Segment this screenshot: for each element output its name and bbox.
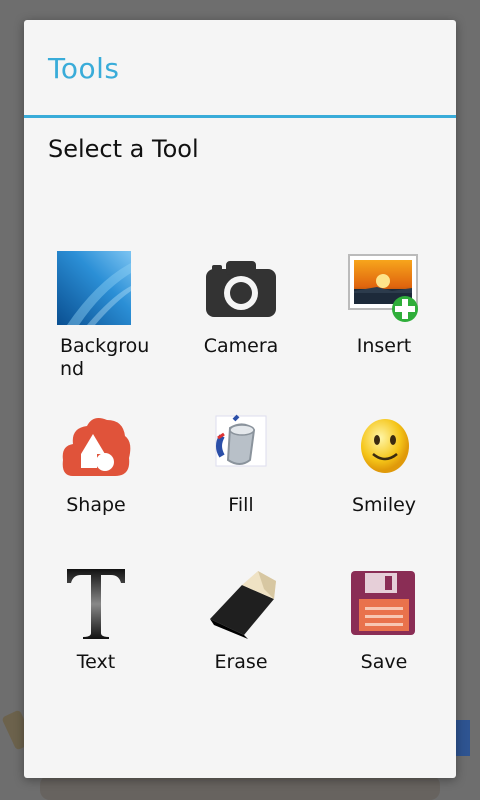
tool-text[interactable]: Text (26, 567, 166, 673)
background-app-fragment (40, 775, 440, 800)
save-icon (351, 571, 415, 635)
tool-label: Background (60, 335, 150, 380)
tool-shape[interactable]: Shape (26, 410, 166, 516)
tool-insert[interactable]: Insert (314, 251, 454, 357)
background-icon (57, 251, 131, 325)
tool-background[interactable]: Background (24, 251, 164, 381)
tool-label: Shape (66, 494, 126, 516)
tool-label: Smiley (351, 494, 417, 516)
tool-label: Insert (356, 335, 412, 357)
eraser-icon (210, 571, 276, 639)
tools-dialog: Tools Select a Tool Background Camera In… (24, 20, 456, 778)
text-icon (67, 569, 125, 639)
fill-bucket-icon (215, 414, 267, 467)
smiley-icon (361, 419, 409, 473)
dialog-subtitle: Select a Tool (48, 135, 199, 163)
tool-erase[interactable]: Erase (171, 567, 311, 673)
background-app-fragment (456, 720, 470, 756)
tool-save[interactable]: Save (314, 567, 454, 673)
camera-icon (206, 261, 276, 317)
title-divider (24, 115, 456, 118)
tool-label: Erase (214, 651, 268, 673)
dialog-title: Tools (48, 52, 120, 85)
tool-fill[interactable]: Fill (171, 410, 311, 516)
tool-label: Fill (228, 494, 254, 516)
tool-label: Text (76, 651, 116, 673)
shape-icon (62, 418, 131, 476)
tool-label: Save (360, 651, 408, 673)
tool-label: Camera (203, 335, 279, 357)
tool-camera[interactable]: Camera (171, 251, 311, 357)
insert-image-icon (348, 254, 418, 322)
tool-smiley[interactable]: Smiley (314, 410, 454, 516)
